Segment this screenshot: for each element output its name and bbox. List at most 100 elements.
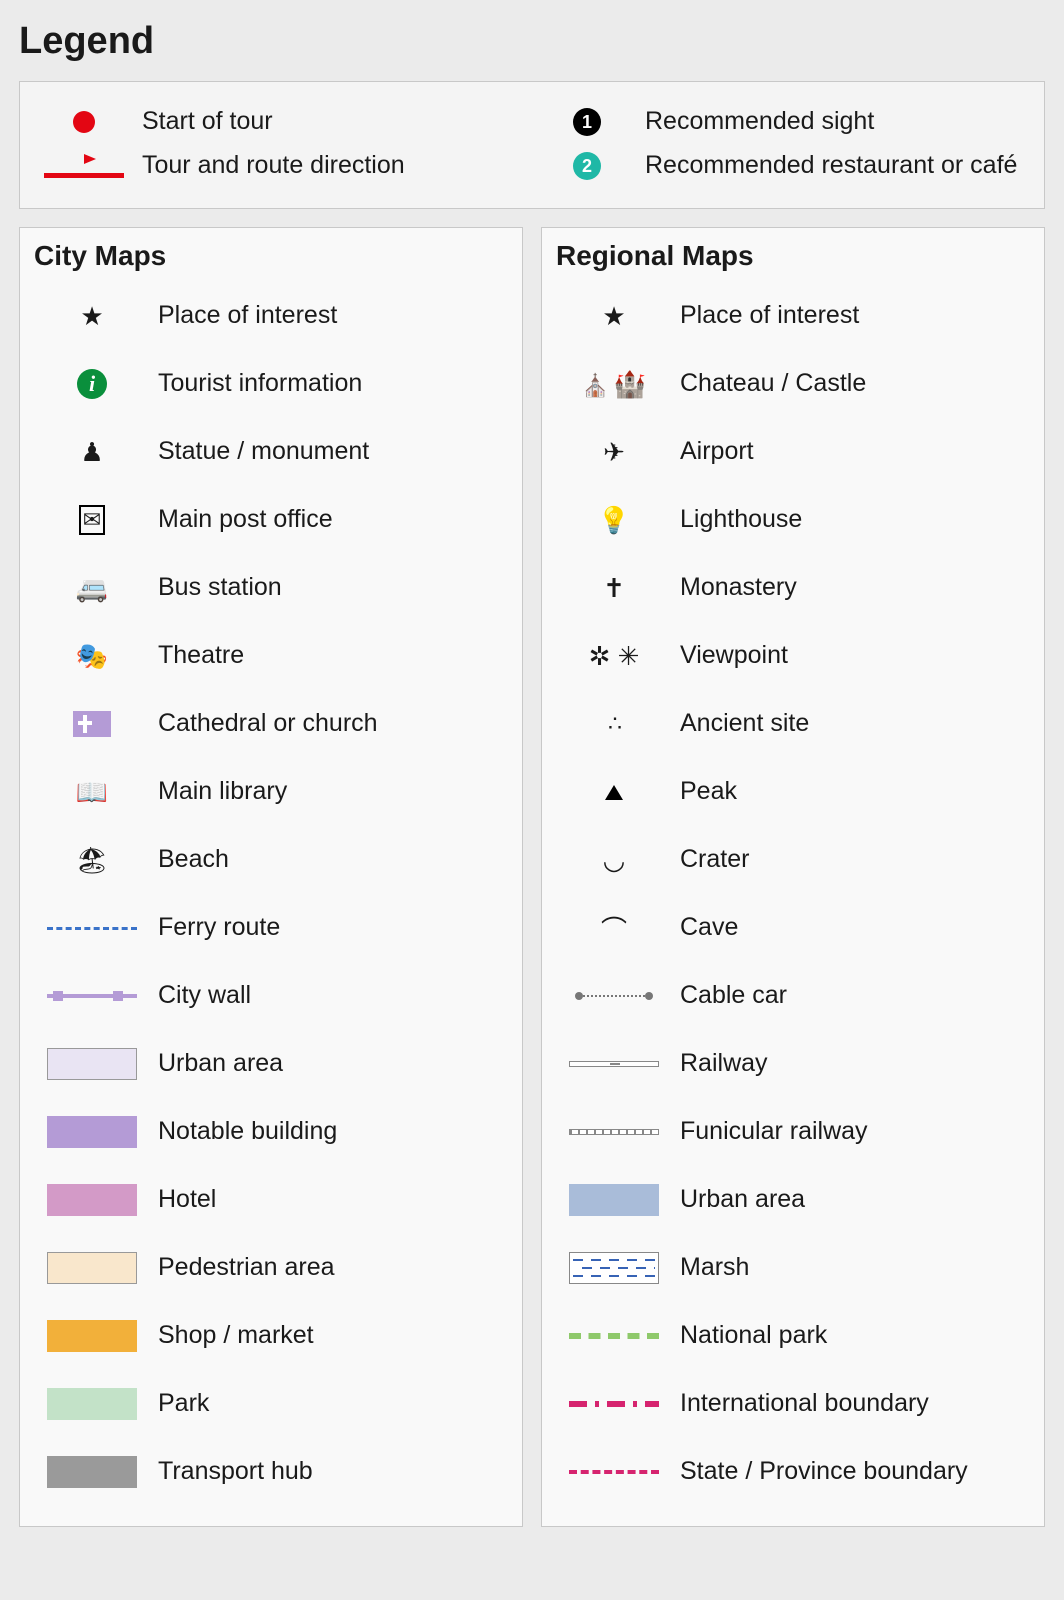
legend-item: ⛪ 🏰 Chateau / Castle [556,350,1030,418]
legend-item: ◡ Crater [556,826,1030,894]
legend-item-label: Peak [680,776,737,807]
legend-item-label: Bus station [158,572,282,603]
color-swatch-icon [47,1048,137,1080]
star-icon: ★ [80,301,103,332]
legend-item: ✈ Airport [556,418,1030,486]
bus-icon: 🚐 [76,573,108,604]
legend-item: Hotel [34,1166,508,1234]
legend-item: ✲ ✳ Viewpoint [556,622,1030,690]
theatre-icon: 🎭 [76,641,108,672]
legend-item: Cable car [556,962,1030,1030]
castle-icon: ⛪ 🏰 [582,369,646,400]
legend-item-label: International boundary [680,1388,929,1419]
legend-item: Notable building [34,1098,508,1166]
state-boundary-line-icon [569,1470,659,1474]
legend-item-tour-route: Tour and route direction [34,144,527,188]
legend-item-label: Place of interest [158,300,337,331]
funicular-line-icon [569,1129,659,1135]
route-arrow-icon [44,154,124,178]
legend-item: ∴ Ancient site [556,690,1030,758]
color-swatch-icon [47,1184,137,1216]
national-park-line-icon [569,1333,659,1339]
legend-item-label: Lighthouse [680,504,802,535]
cave-icon: ⌒ [601,910,627,947]
ancient-icon: ∴ [608,711,620,737]
legend-item-rec-restaurant: 2 Recommended restaurant or café [537,144,1030,188]
legend-item-label: Chateau / Castle [680,368,866,399]
legend-item: Park [34,1370,508,1438]
legend-item: Shop / market [34,1302,508,1370]
library-icon: 📖 [76,777,108,808]
star-icon: ★ [602,301,625,332]
legend-item-label: Cave [680,912,738,943]
viewpoint-icon: ✲ ✳ [589,641,640,672]
legend-item-label: National park [680,1320,827,1351]
legend-item-label: Crater [680,844,749,875]
legend-item-label: Railway [680,1048,768,1079]
city-wall-icon [47,988,137,1004]
legend-item-label: Beach [158,844,229,875]
color-swatch-icon [47,1388,137,1420]
cathedral-icon [73,711,111,737]
legend-item-label: Theatre [158,640,244,671]
label: Recommended sight [645,106,874,137]
legend-item-label: Cathedral or church [158,708,378,739]
legend-item: ★ Place of interest [556,282,1030,350]
legend-item-label: Ferry route [158,912,280,943]
railway-line-icon [569,1061,659,1067]
legend-item-label: Place of interest [680,300,859,331]
legend-item-label: Tourist information [158,368,362,399]
legend-item: 🏖 Beach [34,826,508,894]
legend-item-label: Ancient site [680,708,809,739]
number-circle-icon: 1 [573,108,601,136]
info-icon: i [77,369,107,399]
legend-item: City wall [34,962,508,1030]
legend-item-label: Statue / monument [158,436,369,467]
legend-item-label: Main post office [158,504,333,535]
legend-item: Funicular railway [556,1098,1030,1166]
legend-item-label: Transport hub [158,1456,313,1487]
color-swatch-icon [47,1320,137,1352]
legend-item-label: Park [158,1388,209,1419]
legend-item: ♟Statue / monument [34,418,508,486]
legend-item-label: Cable car [680,980,787,1011]
legend-item-label: Marsh [680,1252,749,1283]
legend-item-label: Notable building [158,1116,337,1147]
legend-item-label: City wall [158,980,251,1011]
legend-item: ★ Place of interest [34,282,508,350]
cablecar-line-icon [569,991,659,1001]
legend-item: State / Province boundary [556,1438,1030,1506]
color-swatch-icon [47,1116,137,1148]
lighthouse-icon: 💡 [598,505,630,536]
legend-item: Cathedral or church [34,690,508,758]
legend-item: ✝ Monastery [556,554,1030,622]
legend-item-label: Viewpoint [680,640,788,671]
city-maps-column: City Maps ★Place of interestiTourist inf… [19,227,523,1527]
legend-item: Transport hub [34,1438,508,1506]
label: Tour and route direction [142,150,405,181]
legend-item: 📖 Main library [34,758,508,826]
legend-item-label: Airport [680,436,754,467]
legend-item: Urban area [556,1166,1030,1234]
color-swatch-icon [47,1252,137,1284]
legend-item-rec-sight: 1 Recommended sight [537,100,1030,144]
peak-icon [605,785,623,800]
number-circle-icon: 2 [573,152,601,180]
beach-icon: 🏖 [75,845,108,876]
crater-icon: ◡ [603,845,626,876]
legend-item-label: Urban area [680,1184,805,1215]
label: Recommended restaurant or café [645,150,1017,181]
monastery-icon: ✝ [603,573,625,604]
legend-item: Marsh [556,1234,1030,1302]
legend-item-label: Shop / market [158,1320,314,1351]
legend-item: Ferry route [34,894,508,962]
legend-item-label: Pedestrian area [158,1252,335,1283]
legend-item-label: Monastery [680,572,797,603]
label: Start of tour [142,106,273,137]
legend-heading: Legend [19,20,1045,63]
airport-icon: ✈ [603,437,625,468]
legend-item-label: Main library [158,776,287,807]
legend-item-label: Urban area [158,1048,283,1079]
legend-item: Urban area [34,1030,508,1098]
regional-maps-title: Regional Maps [556,240,1030,272]
